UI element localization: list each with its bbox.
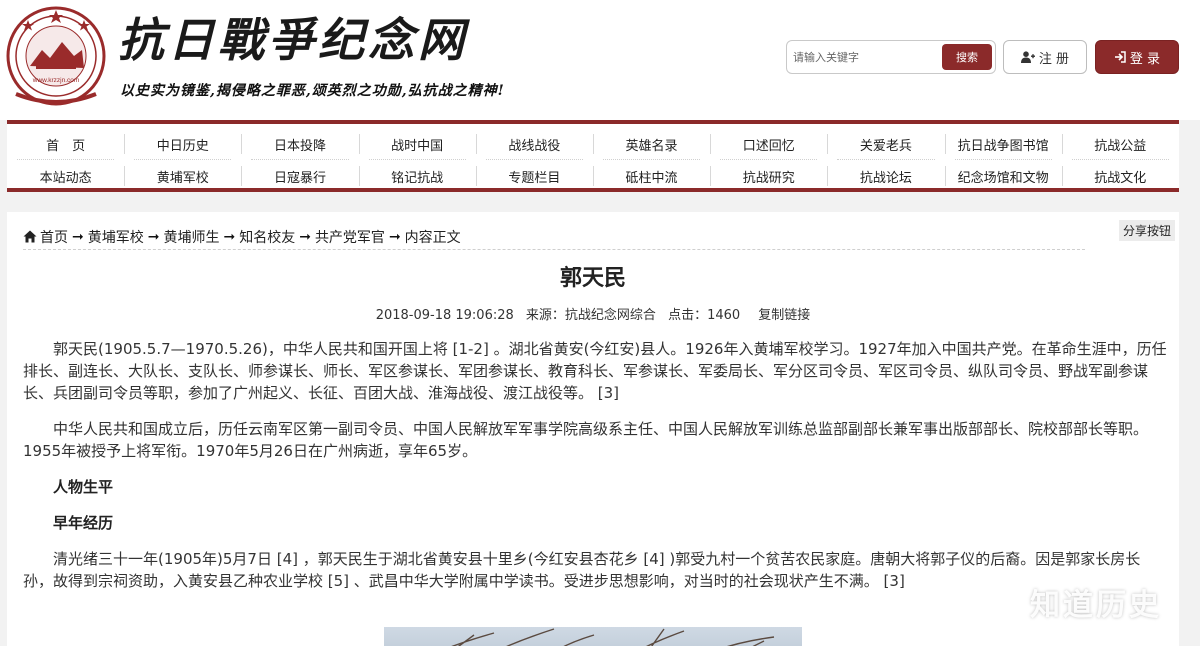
register-button[interactable]: 注 册	[1003, 40, 1087, 74]
nav-item-oral-history[interactable]: 口述回忆	[710, 128, 827, 160]
home-icon[interactable]	[23, 230, 37, 243]
breadcrumb-communist-officers[interactable]: 共产党军官	[315, 227, 385, 247]
nav-item-museums[interactable]: 纪念场馆和文物	[944, 160, 1062, 192]
nav-item-forum[interactable]: 抗战论坛	[827, 160, 944, 192]
article-container: 首页 ➞ 黄埔军校 ➞ 黄埔师生 ➞ 知名校友 ➞ 共产党军官 ➞ 内容正文 分…	[7, 212, 1179, 646]
site-logo-seal[interactable]: www.krzzjn.com	[6, 6, 106, 106]
nav-item-topics[interactable]: 专题栏目	[475, 160, 593, 192]
section-heading: 早年经历	[53, 514, 114, 532]
nav-item-wartime-china[interactable]: 战时中国	[358, 128, 476, 160]
breadcrumb-current: 内容正文	[404, 229, 461, 246]
arrow-right-icon: ➞	[223, 228, 236, 245]
arrow-right-icon: ➞	[147, 228, 160, 245]
search-box: 搜索	[786, 40, 996, 74]
article-paragraph: 郭天民(1905.5.7—1970.5.26)，中华人民共和国开国上将 [1-2…	[23, 340, 1167, 402]
arrow-right-icon: ➞	[299, 228, 311, 245]
watermark: 知道历史	[1030, 588, 1162, 623]
article-clicks: 点击：1460	[668, 308, 741, 323]
nav-row-1: 首 页 中日历史 日本投降 战时中国 战线战役 英雄名录 口述回忆 关爱老兵 抗…	[7, 128, 1179, 160]
nav-item-veterans[interactable]: 关爱老兵	[827, 128, 944, 160]
article-paragraph: 清光绪三十一年(1905年)5月7日 [4] ，郭天民生于湖北省黄安县十里乡(今…	[23, 550, 1141, 590]
login-label: 登 录	[1129, 51, 1161, 67]
sign-in-icon	[1114, 51, 1126, 63]
nav-item-whampoa[interactable]: 黄埔军校	[124, 160, 241, 192]
breadcrumb-whampoa[interactable]: 黄埔军校	[88, 227, 144, 247]
article-meta: 2018-09-18 19:06:28 来源：抗战纪念网综合 点击：1460 复…	[7, 304, 1179, 323]
nav-item-atrocities[interactable]: 日寇暴行	[241, 160, 358, 192]
nav-item-home[interactable]: 首 页	[7, 128, 124, 160]
site-slogan: 以史实为镜鉴,揭侵略之罪恶,颂英烈之功勋,弘抗战之精神!	[120, 83, 505, 99]
article-date: 2018-09-18 19:06:28	[375, 308, 514, 323]
arrow-right-icon: ➞	[72, 228, 84, 245]
breadcrumb: 首页 ➞ 黄埔军校 ➞ 黄埔师生 ➞ 知名校友 ➞ 共产党军官 ➞ 内容正文	[23, 224, 1085, 250]
user-plus-icon	[1020, 51, 1035, 63]
arrow-right-icon: ➞	[388, 228, 401, 245]
article-title: 郭天民	[559, 266, 626, 291]
search-input[interactable]	[793, 45, 939, 69]
nav-item-research[interactable]: 抗战研究	[710, 160, 827, 192]
breadcrumb-teachers-students[interactable]: 黄埔师生	[163, 227, 219, 247]
nav-item-remember[interactable]: 铭记抗战	[358, 160, 476, 192]
article-paragraph: 中华人民共和国成立后，历任云南军区第一副司令员、中国人民解放军军事学院高级系主任…	[23, 420, 1149, 460]
copy-link-button[interactable]: 复制链接	[758, 308, 810, 323]
breadcrumb-home[interactable]: 首页	[40, 227, 68, 247]
section-heading: 人物生平	[53, 478, 114, 496]
article-image	[384, 627, 802, 646]
logo-url-text: www.krzzjn.com	[32, 77, 80, 84]
search-button[interactable]: 搜索	[942, 44, 992, 70]
nav-item-library[interactable]: 抗日战争图书馆	[944, 128, 1062, 160]
nav-item-battles[interactable]: 战线战役	[475, 128, 593, 160]
nav-item-charity[interactable]: 抗战公益	[1061, 128, 1179, 160]
share-button[interactable]: 分享按钮	[1118, 220, 1175, 241]
register-label: 注 册	[1038, 51, 1070, 67]
nav-item-mainstay[interactable]: 砥柱中流	[592, 160, 710, 192]
nav-item-sino-japanese-history[interactable]: 中日历史	[124, 128, 241, 160]
nav-item-heroes[interactable]: 英雄名录	[592, 128, 710, 160]
nav-item-culture[interactable]: 抗战文化	[1061, 160, 1179, 192]
tree-branches-image	[451, 628, 775, 646]
site-header: www.krzzjn.com 抗日戰爭纪念网 以史实为镜鉴,揭侵略之罪恶,颂英烈…	[0, 0, 1200, 120]
article-source: 来源：抗战纪念网综合	[525, 308, 656, 323]
site-title[interactable]: 抗日戰爭纪念网	[118, 12, 468, 68]
nav-item-site-news[interactable]: 本站动态	[7, 160, 124, 192]
nav-row-2: 本站动态 黄埔军校 日寇暴行 铭记抗战 专题栏目 砥柱中流 抗战研究 抗战论坛 …	[7, 160, 1179, 192]
breadcrumb-alumni[interactable]: 知名校友	[239, 227, 295, 247]
nav-item-japan-surrender[interactable]: 日本投降	[241, 128, 358, 160]
main-nav: 首 页 中日历史 日本投降 战时中国 战线战役 英雄名录 口述回忆 关爱老兵 抗…	[7, 120, 1179, 192]
login-button[interactable]: 登 录	[1095, 40, 1179, 74]
article-body: 郭天民(1905.5.7—1970.5.26)，中华人民共和国开国上将 [1-2…	[23, 338, 1169, 606]
